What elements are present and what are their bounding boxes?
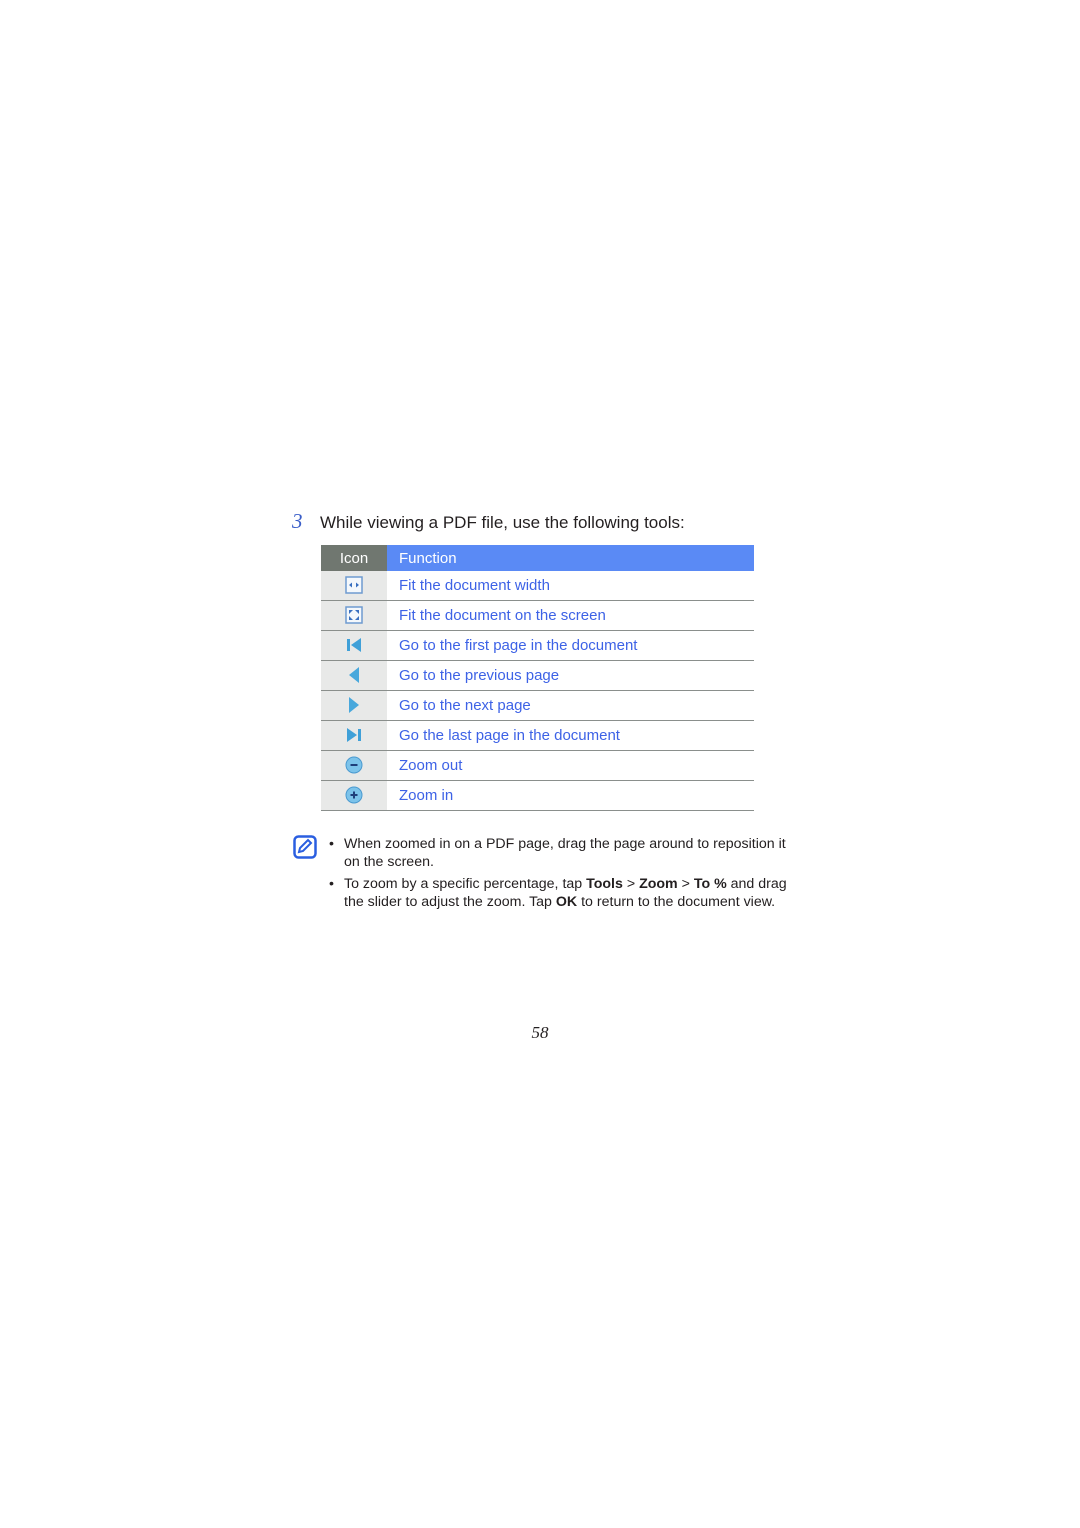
table-row: Zoom out — [321, 750, 754, 781]
zoom-out-icon — [345, 756, 363, 774]
note-list: When zoomed in on a PDF page, drag the p… — [329, 835, 789, 915]
menu-to-percent: To % — [693, 876, 727, 892]
table-header-row: Icon Function — [321, 545, 754, 571]
table-row: Fit the document on the screen — [321, 600, 754, 631]
function-label: Go the last page in the document — [387, 720, 754, 751]
table-row: Go the last page in the document — [321, 720, 754, 751]
function-label: Go to the previous page — [387, 660, 754, 691]
note-icon — [293, 835, 317, 859]
step-number: 3 — [292, 509, 303, 533]
zoom-in-icon — [345, 786, 363, 804]
tools-table: Icon Function Fit the document width Fit… — [321, 545, 754, 811]
function-label: Go to the first page in the document — [387, 630, 754, 661]
separator: > — [622, 876, 640, 892]
previous-page-icon — [349, 667, 359, 684]
last-page-icon — [347, 728, 361, 743]
fit-screen-icon — [345, 606, 363, 625]
table-row: Fit the document width — [321, 571, 754, 601]
separator: > — [677, 876, 694, 892]
table-row: Go to the previous page — [321, 660, 754, 691]
first-page-icon — [347, 638, 361, 653]
function-label: Go to the next page — [387, 690, 754, 721]
table-row: Zoom in — [321, 780, 754, 811]
step-text: While viewing a PDF file, use the follow… — [320, 513, 685, 532]
step-instruction: 3 While viewing a PDF file, use the foll… — [292, 509, 762, 537]
note-bullet: To zoom by a specific percentage, tap To… — [329, 875, 789, 911]
function-label: Fit the document width — [387, 571, 754, 601]
function-label: Fit the document on the screen — [387, 600, 754, 631]
fit-width-icon — [345, 576, 363, 595]
table-row: Go to the first page in the document — [321, 630, 754, 661]
note-text: to return to the document view. — [577, 894, 776, 910]
page-number: 58 — [531, 1023, 549, 1042]
function-label: Zoom out — [387, 750, 754, 781]
function-label: Zoom in — [387, 780, 754, 811]
table-row: Go to the next page — [321, 690, 754, 721]
note-bullet: When zoomed in on a PDF page, drag the p… — [329, 835, 789, 871]
menu-tools: Tools — [586, 876, 623, 892]
note-text: To zoom by a specific percentage, tap — [344, 876, 587, 892]
note-bullet-text: When zoomed in on a PDF page, drag the p… — [344, 836, 786, 870]
ok-label: OK — [555, 894, 578, 910]
header-icon: Icon — [321, 545, 387, 571]
menu-zoom: Zoom — [639, 876, 678, 892]
header-function: Function — [387, 545, 754, 571]
next-page-icon — [349, 697, 359, 714]
